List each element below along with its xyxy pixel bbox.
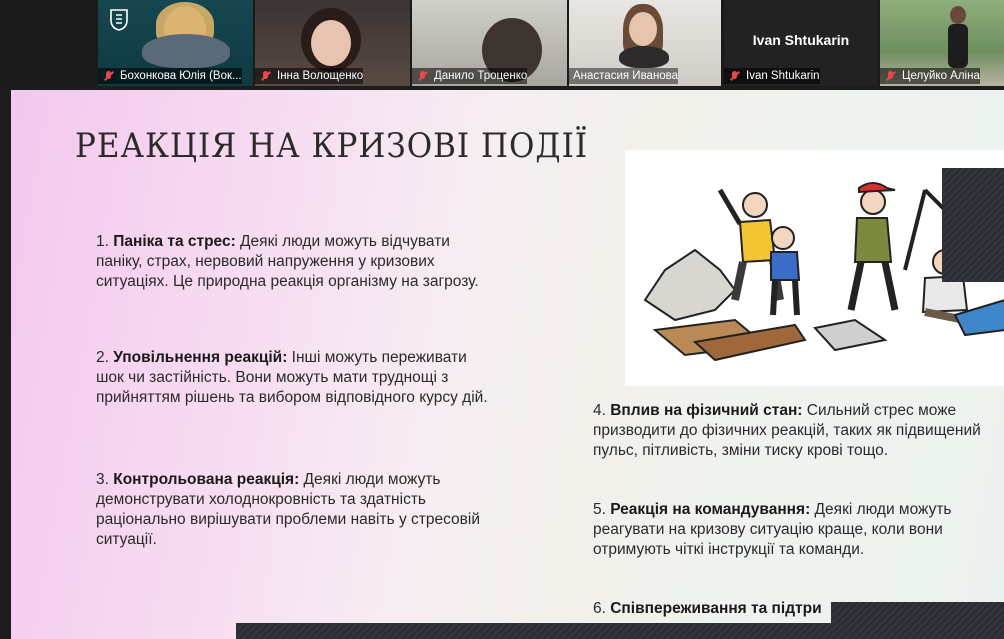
participant-tile-active-speaker[interactable]: Анастасия Иванова: [569, 0, 721, 86]
participant-name: Інна Волощенко: [277, 70, 364, 82]
point-number: 4.: [593, 402, 611, 419]
mic-muted-icon: [102, 70, 116, 82]
slide-point-6: 6. Співпереживання та підтри: [593, 599, 833, 619]
slide-title: РЕАКЦІЯ НА КРИЗОВІ ПОДІЇ: [75, 126, 589, 166]
slide-point-2: 2. Уповільнення реакцій: Інші можуть пер…: [96, 348, 496, 408]
participant-name-bar: Данило Троценко: [412, 68, 528, 84]
participant-display-name: Ivan Shtukarin: [752, 32, 850, 48]
participant-name-bar: Целуйко Аліна: [880, 68, 980, 84]
point-number: 5.: [593, 501, 611, 518]
slide-decoration: [831, 602, 1004, 639]
point-label: Паніка та стрес:: [113, 233, 236, 250]
point-label: Вплив на фізичний стан:: [610, 402, 803, 419]
slide-point-4: 4. Вплив на фізичний стан: Сильний стрес…: [593, 401, 1001, 461]
slide-point-5: 5. Реакція на командування: Деякі люди м…: [593, 500, 1001, 560]
participant-name: Бохонкова Юлія (Вок...: [120, 70, 242, 82]
slide-decoration: [236, 623, 846, 639]
slide-point-3: 3. Контрольована реакція: Деякі люди мож…: [96, 470, 496, 550]
shared-slide: РЕАКЦІЯ НА КРИЗОВІ ПОДІЇ 1. Паніка та ст…: [11, 90, 1004, 639]
participant-tile[interactable]: Целуйко Аліна: [880, 0, 1004, 86]
point-number: 6.: [593, 600, 611, 617]
slide-decoration: [942, 168, 1004, 282]
point-label: Контрольована реакція:: [113, 471, 300, 488]
point-label: Уповільнення реакцій:: [113, 349, 288, 366]
mic-muted-icon: [728, 70, 742, 82]
participant-name: Целуйко Аліна: [902, 70, 980, 82]
point-number: 1.: [96, 233, 114, 250]
mic-muted-icon: [259, 70, 273, 82]
university-logo: [108, 6, 130, 32]
participant-tile[interactable]: Данило Троценко: [412, 0, 567, 86]
point-number: 3.: [96, 471, 114, 488]
participant-name: Анастасия Иванова: [573, 70, 679, 82]
participant-strip: Бохонкова Юлія (Вок... Інна Волощенко Да…: [0, 0, 1004, 86]
slide-point-1: 1. Паніка та стрес: Деякі люди можуть ві…: [96, 232, 496, 292]
point-number: 2.: [96, 349, 114, 366]
point-label: Співпереживання та підтри: [610, 600, 822, 617]
participant-tile[interactable]: Інна Волощенко: [255, 0, 410, 86]
point-label: Реакція на командування:: [610, 501, 811, 518]
participant-name: Данило Троценко: [434, 70, 528, 82]
participant-name-bar: Бохонкова Юлія (Вок...: [98, 68, 242, 84]
mic-muted-icon: [416, 70, 430, 82]
mic-muted-icon: [884, 70, 898, 82]
participant-name-bar: Ivan Shtukarin: [724, 68, 820, 84]
participant-name-bar: Інна Волощенко: [255, 68, 364, 84]
participant-tile[interactable]: Бохонкова Юлія (Вок...: [98, 0, 253, 86]
participant-tile[interactable]: Ivan Shtukarin Ivan Shtukarin: [724, 0, 878, 86]
participant-name: Ivan Shtukarin: [746, 70, 820, 82]
participant-name-bar: Анастасия Иванова: [569, 68, 679, 84]
